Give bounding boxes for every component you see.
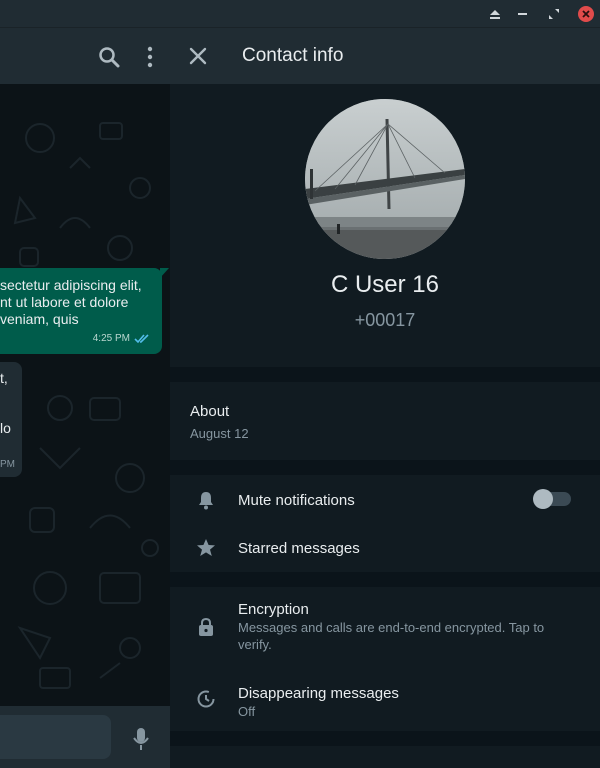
contact-info-header: Contact info	[170, 28, 600, 84]
message-time: PM	[0, 459, 15, 470]
message-line: nt ut labore et dolore	[0, 294, 129, 310]
bridge-photo	[305, 99, 465, 259]
bell-icon	[199, 492, 213, 510]
menu-icon[interactable]	[140, 46, 160, 68]
title-bar	[0, 0, 600, 28]
message-line: sectetur adipiscing elit,	[0, 277, 142, 293]
privacy-section: Encryption Messages and calls are end-to…	[170, 587, 600, 731]
outgoing-message[interactable]: sectetur adipiscing elit, nt ut labore e…	[0, 268, 162, 354]
search-icon[interactable]	[98, 46, 120, 68]
lock-icon	[199, 617, 213, 636]
about-value: August 12	[190, 426, 249, 441]
close-icon[interactable]	[188, 46, 208, 66]
mute-notifications-label: Mute notifications	[238, 492, 355, 509]
maximize-icon[interactable]	[546, 6, 562, 22]
contact-phone: +00017	[354, 310, 416, 330]
chat-footer	[0, 706, 170, 768]
double-check-icon	[134, 333, 149, 343]
eject-icon[interactable]	[487, 6, 503, 22]
app-window: sectetur adipiscing elit, nt ut labore e…	[0, 0, 600, 768]
contact-info-panel: Contact info C User 16 +00017 About Augu…	[170, 28, 600, 768]
encryption-description: Messages and calls are end-to-end encryp…	[238, 620, 545, 652]
profile-section: C User 16 +00017	[170, 84, 600, 367]
about-label: About	[190, 403, 230, 420]
notification-settings: Mute notifications Starred messages	[170, 475, 600, 572]
mute-toggle[interactable]	[533, 489, 571, 509]
chat-wallpaper	[13, 122, 159, 689]
about-section: About August 12	[170, 382, 600, 460]
toggle-knob	[533, 489, 553, 509]
next-section	[170, 746, 600, 768]
message-time: 4:25 PM	[92, 333, 130, 344]
starred-messages-label: Starred messages	[238, 540, 360, 557]
chat-pane: sectetur adipiscing elit, nt ut labore e…	[0, 28, 170, 768]
star-icon	[197, 539, 215, 556]
microphone-icon[interactable]	[132, 727, 150, 751]
message-fragment: t,	[0, 370, 8, 386]
close-window-button[interactable]	[578, 6, 594, 22]
timer-icon	[197, 690, 215, 708]
incoming-message[interactable]: t, lo PM	[0, 362, 22, 477]
message-input[interactable]	[0, 715, 111, 759]
message-fragment: lo	[0, 420, 11, 436]
avatar[interactable]	[305, 99, 465, 259]
bubble-tail	[160, 268, 169, 278]
panel-title: Contact info	[242, 45, 344, 66]
close-icon	[582, 10, 590, 18]
disappearing-messages-value: Off	[238, 704, 256, 719]
contact-name: C User 16	[330, 271, 440, 298]
chat-header	[0, 28, 170, 84]
minimize-icon[interactable]	[514, 6, 530, 22]
disappearing-messages-title: Disappearing messages	[238, 685, 399, 702]
message-line: veniam, quis	[0, 311, 79, 327]
encryption-title: Encryption	[238, 601, 309, 618]
